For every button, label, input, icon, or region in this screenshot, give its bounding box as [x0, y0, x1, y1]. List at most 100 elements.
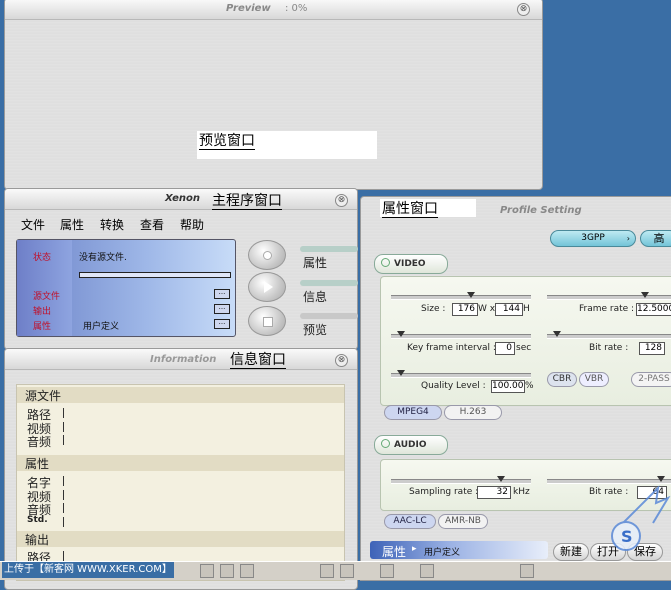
- tab-indicator-icon: [381, 439, 390, 448]
- sampling-rate-unit: kHz: [513, 487, 530, 497]
- menu-file[interactable]: 文件: [21, 216, 45, 233]
- frame-rate-label: Frame rate :: [579, 304, 635, 314]
- new-profile-button[interactable]: 新建: [553, 543, 589, 561]
- source-browse-button[interactable]: ...: [214, 289, 230, 299]
- taskbar-button[interactable]: [420, 564, 434, 578]
- key-frame-slider[interactable]: [391, 331, 531, 339]
- properties-tab-label[interactable]: 属性: [303, 254, 327, 271]
- video-bit-rate-input[interactable]: 128: [639, 342, 665, 355]
- taskbar-button[interactable]: [240, 564, 254, 578]
- taskbar-button[interactable]: [520, 564, 534, 578]
- menu-help[interactable]: 帮助: [180, 216, 204, 233]
- quality-slider[interactable]: [391, 370, 531, 378]
- chevron-right-icon: ▸: [412, 544, 417, 554]
- information-panel: 源文件 路径 视频 音频 属性 名字 视频 音频 Std. 输出 路径: [16, 384, 345, 581]
- output-label: 输出: [33, 307, 52, 317]
- sampling-rate-label: Sampling rate :: [409, 487, 479, 497]
- information-close-button[interactable]: ⊗: [335, 354, 348, 367]
- quality-button[interactable]: 高: [640, 230, 671, 247]
- key-frame-unit: sec: [516, 343, 532, 353]
- amr-nb-codec-tab[interactable]: AMR-NB: [438, 514, 488, 529]
- video-settings-panel: Size : 176 W x 144 H Frame rate : 12.500…: [380, 276, 671, 406]
- taskbar-button[interactable]: [340, 564, 354, 578]
- profile-title: Profile Setting: [500, 205, 582, 216]
- slider-knob: [641, 292, 649, 298]
- menu-view[interactable]: 查看: [140, 216, 164, 233]
- svg-text:S: S: [621, 527, 633, 546]
- property-browse-button[interactable]: ...: [214, 319, 230, 329]
- key-frame-input[interactable]: 0: [495, 342, 515, 355]
- information-window-label: 信息窗口: [230, 352, 286, 369]
- video-bit-rate-label: Bit rate :: [589, 343, 629, 353]
- slider-knob: [553, 331, 561, 337]
- sampling-rate-input[interactable]: 32: [477, 486, 511, 499]
- size-label: Size :: [421, 304, 446, 314]
- quality-input[interactable]: 100.00: [491, 380, 525, 393]
- taskbar-button[interactable]: [220, 564, 234, 578]
- stop-button[interactable]: [248, 306, 286, 336]
- slider-knob: [397, 331, 405, 337]
- preview-window-label: 预览窗口: [197, 131, 377, 159]
- properties-tab-indicator[interactable]: [300, 246, 358, 252]
- key-frame-label: Key frame interval :: [407, 343, 496, 353]
- play-button[interactable]: [248, 272, 286, 302]
- status-value: 没有源文件.: [79, 253, 127, 263]
- main-title: Xenon: [165, 193, 200, 204]
- record-icon: [263, 251, 272, 260]
- audio-tab[interactable]: AUDIO: [374, 435, 448, 455]
- main-window-label: 主程序窗口: [212, 193, 282, 210]
- profile-property-bar: 属性 ▸ 用户定义: [370, 541, 548, 559]
- width-separator: W x: [478, 304, 496, 314]
- preview-window: Preview : 0% ⊗: [4, 0, 543, 190]
- tab-indicator-icon: [381, 258, 390, 267]
- main-titlebar: Xenon ⊗: [5, 189, 357, 210]
- quality-unit: %: [525, 381, 534, 391]
- info-tab-indicator[interactable]: [300, 280, 358, 286]
- profile-window-label: 属性窗口: [380, 199, 476, 218]
- video-bit-rate-slider[interactable]: [547, 331, 671, 339]
- taskbar-button[interactable]: [200, 564, 214, 578]
- taskbar: 上传于【新客网 WWW.XKER.COM】: [0, 561, 671, 580]
- menu-properties[interactable]: 属性: [60, 216, 84, 233]
- preview-percent: : 0%: [285, 3, 308, 14]
- property-label: 属性: [33, 322, 52, 332]
- height-unit: H: [523, 304, 530, 314]
- two-pass-mode-button[interactable]: 2-PASS: [631, 372, 671, 387]
- record-button[interactable]: [248, 240, 286, 270]
- slider-knob: [497, 476, 505, 482]
- size-slider[interactable]: [391, 292, 531, 300]
- slider-knob: [467, 292, 475, 298]
- info-tab-label[interactable]: 信息: [303, 288, 327, 305]
- output-browse-button[interactable]: ...: [214, 304, 230, 314]
- preview-tab-label[interactable]: 预览: [303, 321, 327, 338]
- chevron-right-icon: ›: [626, 234, 630, 243]
- preview-tab-indicator[interactable]: [300, 313, 358, 319]
- sampling-rate-slider[interactable]: [391, 476, 531, 484]
- video-tab[interactable]: VIDEO: [374, 254, 448, 274]
- watermark-logo: S: [611, 485, 671, 551]
- quality-label: Quality Level :: [421, 381, 486, 391]
- frame-rate-slider[interactable]: [547, 292, 671, 300]
- taskbar-button[interactable]: [320, 564, 334, 578]
- width-input[interactable]: 176: [452, 303, 478, 316]
- section-output: 输出: [17, 531, 344, 547]
- taskbar-button[interactable]: [380, 564, 394, 578]
- main-close-button[interactable]: ⊗: [335, 194, 348, 207]
- vbr-mode-button[interactable]: VBR: [579, 372, 609, 387]
- source-file-label: 源文件: [33, 292, 61, 302]
- frame-rate-input[interactable]: 12.5000: [636, 303, 671, 316]
- aac-lc-codec-tab[interactable]: AAC-LC: [384, 514, 436, 529]
- menu-convert[interactable]: 转换: [100, 216, 124, 233]
- preview-close-button[interactable]: ⊗: [517, 3, 530, 16]
- status-display: 状态 没有源文件. 源文件 输出 属性 用户定义 ... ... ...: [16, 239, 236, 337]
- preview-titlebar: Preview : 0% ⊗: [5, 0, 542, 20]
- mpeg4-codec-tab[interactable]: MPEG4: [384, 405, 442, 420]
- preset-select[interactable]: 3GPP ›: [550, 230, 636, 247]
- height-input[interactable]: 144: [495, 303, 523, 316]
- info-row: 音频: [27, 433, 64, 450]
- profile-property-value: 用户定义: [424, 548, 461, 558]
- play-icon: [264, 281, 273, 293]
- h263-codec-tab[interactable]: H.263: [444, 405, 502, 420]
- section-source: 源文件: [17, 387, 344, 403]
- cbr-mode-button[interactable]: CBR: [547, 372, 577, 387]
